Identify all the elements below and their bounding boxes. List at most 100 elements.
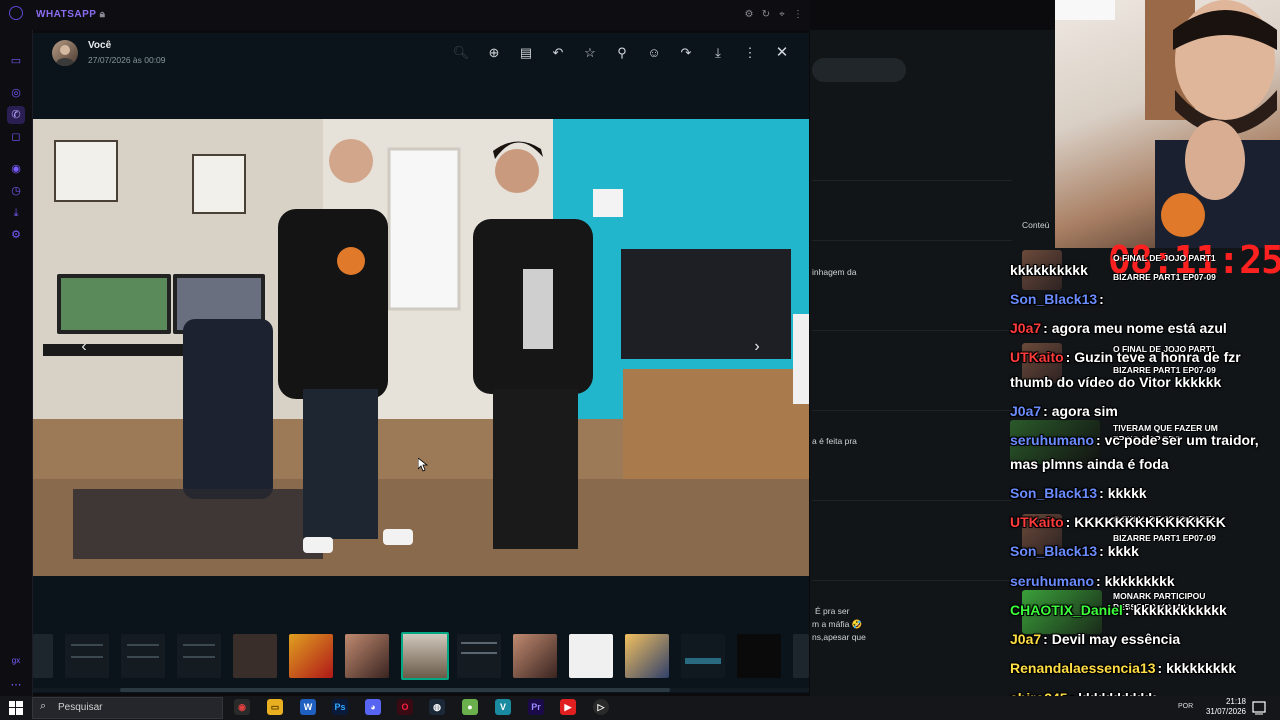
media-thumbnail-selected[interactable] [401,632,449,680]
chat-username[interactable]: J0a7 [1010,631,1041,647]
app-logo-icon[interactable] [9,6,23,20]
chat-text: : kkkkk [1099,485,1147,501]
media-thumbnail[interactable] [457,634,501,678]
system-clock[interactable]: 21:18 31/07/2026 [1196,697,1246,717]
chat-text: : [1099,291,1104,307]
media-thumbnail[interactable] [121,634,165,678]
media-thumbnail[interactable] [793,634,809,678]
media-thumbnail[interactable] [737,634,781,678]
zoom-out-icon[interactable]: 🔍︎ [452,44,470,62]
star-icon[interactable]: ☆ [581,44,599,62]
language-indicator[interactable]: POR [1178,703,1193,710]
media-player-icon[interactable]: ▷ [593,699,609,715]
chat-username[interactable]: Son_Black13 [1010,543,1097,559]
previous-media-icon[interactable]: ‹ [74,337,94,357]
divider [812,410,1012,411]
download-icon[interactable]: ⤓ [7,204,25,222]
premiere-icon[interactable]: Pr [528,699,544,715]
chrome-icon[interactable]: ◉ [234,699,250,715]
chat-username[interactable]: Son_Black13 [1010,291,1097,307]
chat-username[interactable]: Renandalaessencia13 [1010,660,1156,676]
word-icon[interactable]: W [300,699,316,715]
divider [812,580,1012,581]
settings-icon[interactable]: ⚙ [7,226,25,244]
extension-icon[interactable]: gx [7,652,25,670]
globe-icon[interactable]: ◎ [7,84,25,102]
chat-search-bar[interactable] [812,58,906,82]
chat-text: : KKKKKKKKKKKKKKK [1065,514,1226,530]
opera-gx-icon[interactable]: O [397,699,413,715]
chat-username[interactable]: seruhumano [1010,432,1094,448]
chat-username[interactable]: J0a7 [1010,320,1041,336]
avatar[interactable] [52,40,78,66]
notice-line: BIZARRE PART1 EP07-09 [1113,272,1216,282]
radio-icon[interactable]: ◉ [7,160,25,178]
app-title-text: WHATSAPP [36,9,97,20]
chat-username[interactable]: seruhumano [1010,573,1094,589]
lock-icon: 🔒︎ [99,9,106,20]
more-options-icon[interactable]: ⋮ [741,44,759,62]
close-icon[interactable]: ✕ [773,44,791,62]
media-thumbnail[interactable] [513,634,557,678]
vegas-icon[interactable]: V [495,699,511,715]
windows-start-icon[interactable] [9,701,23,715]
media-thumbnail[interactable] [681,634,725,678]
youtube-icon[interactable]: ▶ [560,699,576,715]
webcam-overlay [1055,0,1280,248]
media-thumbnail[interactable] [289,634,333,678]
column-header: Conteú [1022,220,1050,230]
download-icon[interactable]: ⤓ [709,44,727,62]
media-thumbnail[interactable] [177,634,221,678]
chat-notice: O FINAL DE JOJO PART1 BIZARRE PART1 EP07-… [1113,253,1216,283]
photoshop-icon[interactable]: Ps [332,699,348,715]
chat-message: Son_Black13: [1010,291,1104,307]
chat-message: seruhumano: vc pode ser um traidor, [1010,432,1259,448]
chat-text: : Devil may essência [1043,631,1181,647]
chat-username[interactable]: J0a7 [1010,403,1041,419]
media-thumbnail[interactable] [33,634,53,678]
chat-message: Son_Black13: kkkkk [1010,485,1147,501]
whatsapp-icon[interactable]: ✆ [7,106,25,124]
clock-time: 21:18 [1225,697,1246,706]
media-thumbnail[interactable] [233,634,277,678]
chat-text: kkkkkkkkkk [1010,262,1088,278]
chat-username[interactable]: Son_Black13 [1010,485,1097,501]
menu-icon[interactable]: ⋮ [791,8,805,22]
media-thumbnail[interactable] [65,634,109,678]
media-thumbnail[interactable] [625,634,669,678]
media-image [33,119,809,576]
media-thumbnail[interactable] [345,634,389,678]
more-icon[interactable]: ⋯ [7,676,25,694]
chat-message: seruhumano: kkkkkkkkk [1010,573,1175,589]
reply-icon[interactable]: ↶ [549,44,567,62]
steam-icon[interactable]: ◍ [429,699,445,715]
next-media-icon[interactable]: › [747,337,767,357]
notifications-icon[interactable] [1252,701,1266,715]
chat-message: Son_Black13: kkkk [1010,543,1139,559]
history-icon[interactable]: ◷ [7,182,25,200]
media-thumbnail[interactable] [569,634,613,678]
chat-username[interactable]: UTKaito [1010,514,1064,530]
app-sidebar: ▭ ◎ ✆ ◻ ◉ ◷ ⤓ ⚙ gx ⋯ [0,0,33,696]
message-snippet: ns,apesar que [812,632,866,642]
pin-icon[interactable]: ⚲ [613,44,631,62]
caption-icon[interactable]: ▤ [517,44,535,62]
emoji-icon[interactable]: ☺ [645,44,663,62]
pin-icon[interactable]: ⌖ [775,8,789,22]
chat-text: mas plmns ainda é foda [1010,456,1169,472]
thumbnail-scrollbar-thumb[interactable] [120,688,670,692]
settings-icon[interactable]: ⚙ [742,8,756,22]
message-snippet: É pra ser [815,606,850,616]
instagram-icon[interactable]: ◻ [7,128,25,146]
chat-username[interactable]: UTKaito [1010,349,1064,365]
chat-username[interactable]: CHAOTIX_Daniel [1010,602,1123,618]
chat-message: J0a7: agora meu nome está azul [1010,320,1227,336]
reload-icon[interactable]: ↻ [759,8,773,22]
forward-icon[interactable]: ↷ [677,44,695,62]
app-icon[interactable]: ● [462,699,478,715]
discord-icon[interactable]: ◕ [365,699,381,715]
chat-message: J0a7: Devil may essência [1010,631,1180,647]
zoom-in-icon[interactable]: ⊕ [485,44,503,62]
file-explorer-icon[interactable]: ▭ [267,699,283,715]
gamepad-icon[interactable]: ▭ [7,52,25,70]
